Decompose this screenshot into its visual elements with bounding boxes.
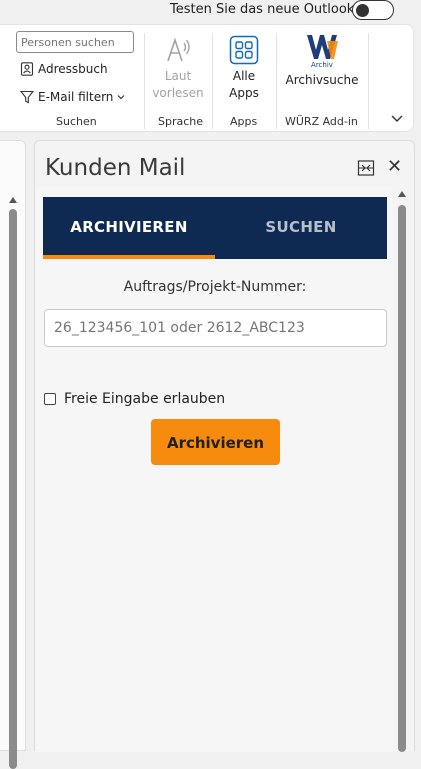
- ribbon-separator: [212, 33, 213, 129]
- new-outlook-toggle[interactable]: [352, 0, 394, 20]
- ribbon-separator: [144, 33, 145, 129]
- all-apps-label-1: Alle: [232, 69, 256, 83]
- archive-search-label: Archivsuche: [285, 73, 359, 87]
- all-apps-button[interactable]: Alle Apps: [220, 35, 268, 102]
- tab-bar: ARCHIVIEREN SUCHEN: [43, 197, 387, 259]
- ribbon-separator: [276, 33, 277, 129]
- tab-archivieren[interactable]: ARCHIVIEREN: [43, 197, 215, 259]
- ribbon-collapse-chevron-icon[interactable]: [390, 111, 404, 125]
- archive-button[interactable]: Archivieren: [151, 419, 280, 465]
- filter-email-label: E-Mail filtern: [38, 90, 114, 104]
- scrollbar-thumb[interactable]: [9, 209, 17, 769]
- pin-pane-icon[interactable]: [357, 159, 375, 177]
- read-aloud-label-1: Laut: [164, 69, 192, 83]
- apps-group-label: Apps: [230, 115, 258, 128]
- read-aloud-button[interactable]: Laut vorlesen: [152, 35, 204, 102]
- address-book-label: Adressbuch: [38, 62, 108, 76]
- all-apps-icon: [229, 35, 259, 65]
- scroll-up-arrow-icon[interactable]: [9, 197, 17, 203]
- tab-suchen[interactable]: SUCHEN: [215, 197, 387, 259]
- address-book-icon: [20, 62, 34, 76]
- chevron-down-icon: [117, 95, 125, 100]
- addin-task-pane: Kunden Mail ✕ ARCHIVIEREN SUCHEN Auftrag…: [34, 140, 415, 752]
- new-outlook-label: Testen Sie das neue Outlook: [170, 2, 355, 17]
- filter-email-button[interactable]: E-Mail filtern: [20, 90, 125, 104]
- read-aloud-label-2: vorlesen: [152, 86, 204, 100]
- speech-group-label: Sprache: [158, 115, 204, 128]
- scrollbar-thumb[interactable]: [398, 205, 406, 752]
- free-input-label: Freie Eingabe erlauben: [64, 391, 226, 407]
- address-book-button[interactable]: Adressbuch: [20, 62, 108, 76]
- free-input-option[interactable]: Freie Eingabe erlauben: [44, 391, 225, 407]
- archive-search-button[interactable]: Archiv Archivsuche: [282, 33, 362, 89]
- wurz-archiv-logo: Archiv: [307, 35, 338, 69]
- ribbon: Adressbuch E-Mail filtern Suchen Laut vo…: [0, 24, 414, 132]
- scroll-up-arrow-icon[interactable]: [398, 191, 406, 197]
- order-number-input[interactable]: [44, 309, 387, 347]
- pane-scrollbar[interactable]: [395, 187, 413, 752]
- pane-content: ARCHIVIEREN SUCHEN Auftrags/Projekt-Numm…: [35, 187, 393, 752]
- filter-icon: [20, 90, 34, 104]
- wurz-logo-text: Archiv: [311, 61, 333, 69]
- toggle-icon: [356, 3, 369, 17]
- ribbon-separator: [368, 33, 369, 129]
- read-aloud-icon: [167, 37, 190, 62]
- people-search-input[interactable]: [16, 31, 134, 53]
- reading-pane-scrollbar[interactable]: [0, 140, 26, 769]
- pane-title: Kunden Mail: [45, 155, 186, 181]
- wurz-group-label: WÜRZ Add-in: [285, 115, 358, 128]
- top-bar: Testen Sie das neue Outlook: [0, 0, 421, 24]
- order-number-label: Auftrags/Projekt-Nummer:: [123, 279, 307, 295]
- close-icon[interactable]: ✕: [387, 156, 402, 177]
- free-input-checkbox[interactable]: [44, 393, 56, 405]
- all-apps-label-2: Apps: [229, 86, 259, 100]
- search-group-label: Suchen: [56, 115, 97, 128]
